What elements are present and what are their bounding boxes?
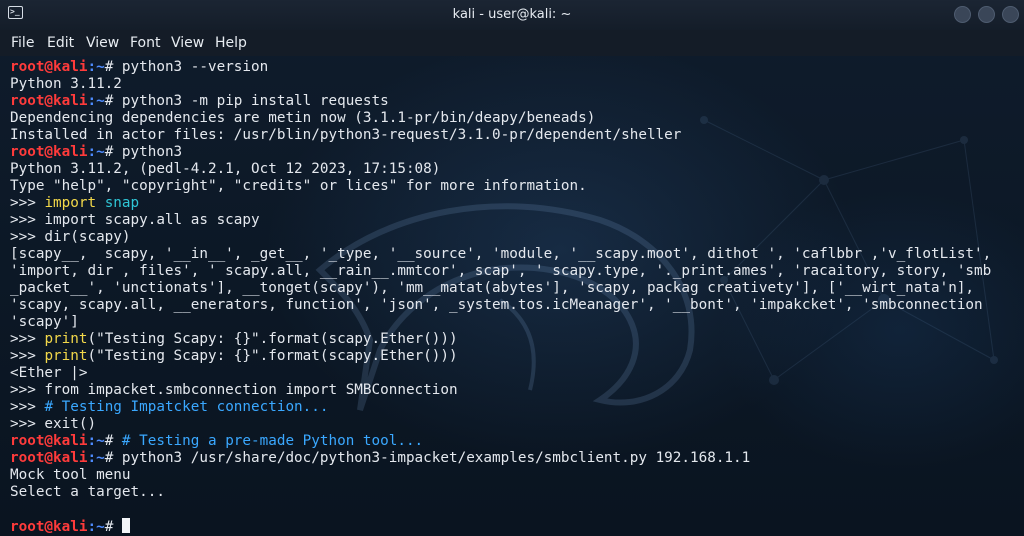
prompt-user-host: root@kali — [10, 59, 88, 75]
output-text: 'import, dir , files', ' scapy.all, __ra… — [10, 263, 992, 279]
menu-font[interactable]: Font — [130, 35, 160, 51]
prompt-symbol: # — [104, 93, 122, 109]
output-text: Python 3.11.2 — [10, 76, 122, 92]
maximize-button[interactable] — [978, 6, 995, 23]
python-print-keyword: print — [44, 348, 88, 364]
prompt-user-host: root@kali — [10, 144, 88, 160]
prompt-user-host: root@kali — [10, 519, 88, 533]
prompt-symbol: # — [104, 450, 122, 466]
terminal-line: >>> print("Testing Scapy: {}".format(sca… — [10, 348, 1020, 365]
terminal-line: root@kali:~# # Testing a pre-made Python… — [10, 433, 1020, 450]
terminal-line: >>> exit() — [10, 416, 1020, 433]
output-text: 'scapy'] — [10, 314, 79, 330]
prompt-symbol: # — [104, 519, 122, 533]
output-text: Select a target... — [10, 484, 165, 500]
output-text: _packet__', 'unctionats'], __tonget(scap… — [10, 280, 975, 296]
command-text: python3 -m pip install requests — [121, 93, 389, 109]
prompt-path: :~ — [87, 450, 105, 466]
terminal-line: 'scapy, scapy.all, __enerators, function… — [10, 297, 1020, 314]
output-text: <Ether |> — [10, 365, 88, 381]
python-prompt: >>> — [10, 348, 45, 364]
terminal-window: >_ kali - user@kali: ~ File Edit View Fo… — [0, 0, 1024, 536]
terminal-line: root@kali:~# python3 /usr/share/doc/pyth… — [10, 450, 1020, 467]
output-text: Installed in actor files: /usr/blin/pyth… — [10, 127, 682, 143]
terminal-line: Installed in actor files: /usr/blin/pyth… — [10, 127, 1020, 144]
prompt-user-host: root@kali — [10, 93, 88, 109]
prompt-symbol: # — [104, 144, 122, 160]
terminal-line: root@kali:~# python3 — [10, 144, 1020, 161]
terminal-line: Python 3.11.2 — [10, 76, 1020, 93]
terminal-line: _packet__', 'unctionats'], __tonget(scap… — [10, 280, 1020, 297]
command-text: python3 --version — [121, 59, 269, 75]
output-text: >>> dir(scapy) — [10, 229, 131, 245]
terminal-line: root@kali:~# python3 -m pip install requ… — [10, 93, 1020, 110]
terminal-line: Dependencing dependencies are metin now … — [10, 110, 1020, 127]
terminal-line: >>> # Testing Impatcket connection... — [10, 399, 1020, 416]
terminal-line: Select a target... — [10, 484, 1020, 501]
minimize-button[interactable] — [954, 6, 971, 23]
window-title: kali - user@kali: ~ — [452, 7, 572, 22]
terminal-line: >>> print("Testing Scapy: {}".format(sca… — [10, 331, 1020, 348]
terminal-line: Mock tool menu — [10, 467, 1020, 484]
output-text: >>> exit() — [10, 416, 97, 432]
terminal-line: root@kali:~# python3 --version — [10, 59, 1020, 76]
menu-file[interactable]: File — [11, 35, 34, 51]
prompt-path: :~ — [87, 144, 105, 160]
prompt-user-host: root@kali — [10, 450, 88, 466]
output-text: Type "help", "copyright", "credits" or l… — [10, 178, 587, 194]
terminal-line: >>> dir(scapy) — [10, 229, 1020, 246]
prompt-path: :~ — [87, 59, 105, 75]
output-text: >>> from impacket.smbconnection import S… — [10, 382, 458, 398]
terminal-line: Python 3.11.2, (pedl-4.2.1, Oct 12 2023,… — [10, 161, 1020, 178]
terminal-line: [scapy__, scapy, '__in__', _get__, '_typ… — [10, 246, 1020, 263]
output-text: Mock tool menu — [10, 467, 131, 483]
prompt-path: :~ — [87, 93, 105, 109]
terminal-line: <Ether |> — [10, 365, 1020, 382]
python-module: snap — [104, 195, 140, 211]
output-text: >>> import scapy.all as scapy — [10, 212, 260, 228]
text-cursor — [121, 518, 130, 533]
terminal-line: >>> import scapy.all as scapy — [10, 212, 1020, 229]
menu-help[interactable]: Help — [215, 35, 247, 51]
command-text: python3 /usr/share/doc/python3-impacket/… — [121, 450, 751, 466]
output-text: [scapy__, scapy, '__in__', _get__, '_typ… — [10, 246, 992, 262]
prompt-symbol: # — [104, 433, 122, 449]
terminal-line: 'scapy'] — [10, 314, 1020, 331]
terminal-line: Type "help", "copyright", "credits" or l… — [10, 178, 1020, 195]
prompt-path: :~ — [87, 433, 105, 449]
python-print-args: ("Testing Scapy: {}".format(scapy.Ether(… — [87, 348, 458, 364]
output-text: Python 3.11.2, (pedl-4.2.1, Oct 12 2023,… — [10, 161, 441, 177]
menu-bar: File Edit View Font View Help — [0, 30, 1024, 56]
python-keyword: import — [44, 195, 97, 211]
terminal-line: >>> import snap — [10, 195, 1020, 212]
python-space — [96, 195, 105, 211]
python-print-keyword: print — [44, 331, 88, 347]
menu-view[interactable]: View — [86, 35, 119, 51]
prompt-symbol: # — [104, 59, 122, 75]
menu-edit[interactable]: Edit — [47, 35, 74, 51]
output-text: 'scapy, scapy.all, __enerators, function… — [10, 297, 983, 313]
menu-view-2[interactable]: View — [171, 35, 204, 51]
title-bar[interactable]: >_ kali - user@kali: ~ — [0, 0, 1024, 31]
prompt-user-host: root@kali — [10, 433, 88, 449]
python-comment: # Testing Impatcket connection... — [44, 399, 329, 415]
output-text: Dependencing dependencies are metin now … — [10, 110, 596, 126]
terminal-line: >>> from impacket.smbconnection import S… — [10, 382, 1020, 399]
python-prompt: >>> — [10, 195, 45, 211]
terminal-line: root@kali:~# — [10, 518, 1020, 533]
python-print-args: ("Testing Scapy: {}".format(scapy.Ether(… — [87, 331, 458, 347]
python-prompt: >>> — [10, 331, 45, 347]
python-prompt: >>> — [10, 399, 45, 415]
shell-comment: # Testing a pre-made Python tool... — [121, 433, 424, 449]
terminal-output[interactable]: root@kali:~# python3 --version Python 3.1… — [10, 59, 1020, 533]
terminal-line: 'import, dir , files', ' scapy.all, __ra… — [10, 263, 1020, 280]
command-text: python3 — [121, 144, 183, 160]
close-button[interactable] — [1002, 6, 1019, 23]
prompt-path: :~ — [87, 519, 105, 533]
